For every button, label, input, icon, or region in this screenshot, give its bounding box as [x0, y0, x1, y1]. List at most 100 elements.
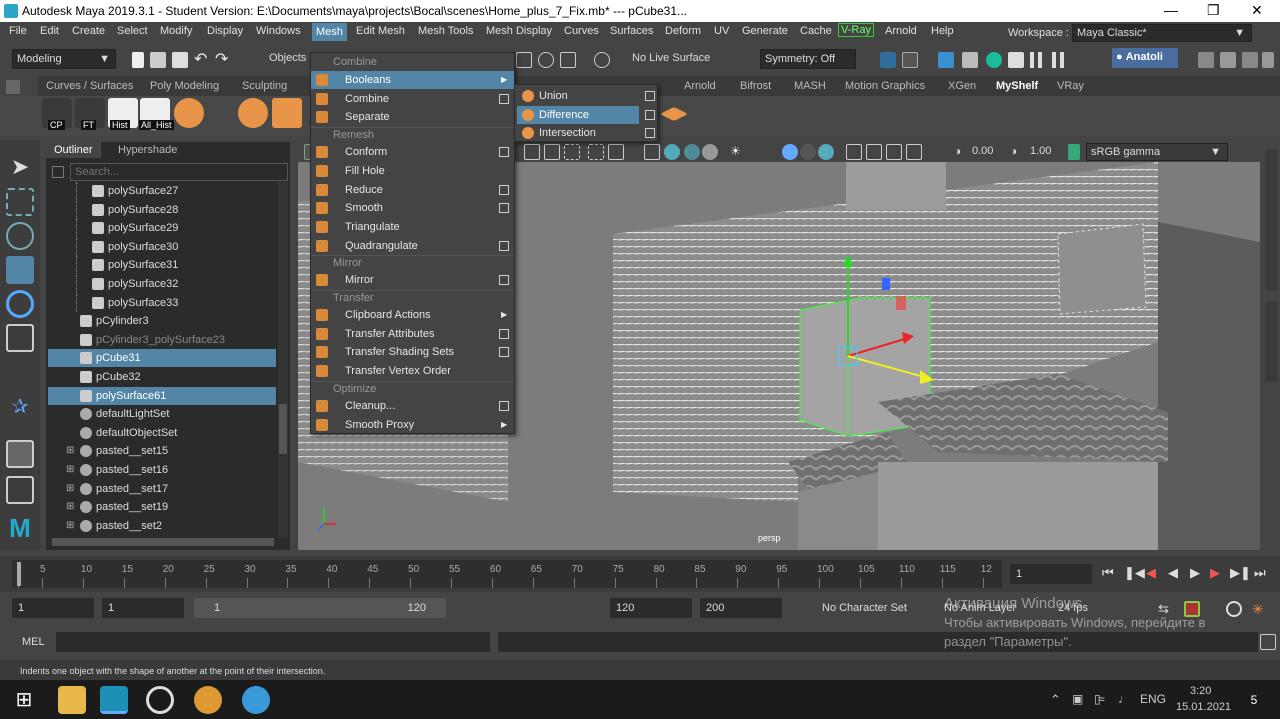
hypershade-icon[interactable] — [962, 52, 978, 68]
menu-help[interactable]: Help — [931, 25, 954, 37]
menu-surfaces[interactable]: Surfaces — [610, 25, 653, 37]
minimize-icon[interactable]: — — [1164, 2, 1178, 18]
menu-select[interactable]: Select — [117, 25, 148, 37]
menu-item-booleans[interactable]: Booleans ▶ — [311, 71, 514, 89]
lasso-tool-icon[interactable] — [6, 188, 34, 216]
shelf-tab-bifrost[interactable]: Bifrost — [740, 80, 771, 92]
windows-start-icon[interactable]: ⊞ — [10, 686, 38, 714]
colorspace-dropdown[interactable]: sRGB gamma ▼ — [1086, 143, 1228, 161]
snap-point-icon[interactable] — [560, 52, 576, 68]
time-slider[interactable]: 1510152025303540455055606570758085909510… — [0, 556, 1280, 592]
tray-app-icon[interactable]: ▣ — [1072, 692, 1083, 706]
menu-edit[interactable]: Edit — [40, 25, 59, 37]
outliner-row[interactable]: pCube31 — [48, 349, 276, 368]
obs-icon[interactable] — [146, 686, 174, 714]
new-scene-icon[interactable] — [132, 52, 144, 68]
option-box-icon[interactable] — [645, 128, 655, 139]
attribute-editor-tab[interactable] — [1265, 302, 1277, 382]
menu-item-mirror[interactable]: Mirror — [311, 271, 514, 289]
file-explorer-icon[interactable] — [58, 686, 86, 714]
option-box-icon[interactable] — [499, 328, 509, 339]
shelf-gear-icon[interactable] — [238, 98, 268, 128]
view-transform-icon[interactable] — [1068, 144, 1080, 160]
outliner-row[interactable]: ⊞ pasted__set15 — [48, 442, 276, 460]
outliner-row[interactable]: polySurface61 — [48, 386, 276, 405]
exposure-value[interactable]: 0.00 — [972, 145, 993, 157]
boolean-difference[interactable]: Difference — [517, 105, 639, 124]
menu-display[interactable]: Display — [207, 25, 243, 37]
menu-deform[interactable]: Deform — [665, 25, 701, 37]
ipr-render-icon[interactable] — [902, 52, 918, 68]
play-forward-icon[interactable]: ▶ — [1190, 565, 1200, 581]
outliner-row[interactable]: polySurface33 — [48, 293, 276, 312]
run-icon[interactable]: ✳ — [1252, 601, 1268, 617]
menu-item-transfer-attributes[interactable]: Transfer Attributes — [311, 325, 514, 343]
menu-mesh-tools[interactable]: Mesh Tools — [418, 25, 473, 37]
workspace-dropdown[interactable]: Maya Classic* ▼ — [1072, 24, 1252, 42]
channel-box-tab[interactable] — [1265, 150, 1277, 290]
menu-item-cleanup[interactable]: Cleanup... — [311, 397, 514, 415]
attribute-editor-toggle-icon[interactable] — [1220, 52, 1236, 68]
menu-item-reduce[interactable]: Reduce — [311, 181, 514, 199]
option-box-icon[interactable] — [499, 93, 509, 104]
animation-end-field[interactable]: 200 — [700, 598, 782, 618]
open-scene-icon[interactable] — [150, 52, 166, 68]
language-indicator[interactable]: ENG — [1140, 692, 1166, 706]
option-box-icon[interactable] — [645, 91, 655, 101]
prev-key-icon[interactable]: ◀ — [1146, 565, 1156, 581]
menu-edit-mesh[interactable]: Edit Mesh — [356, 25, 405, 37]
film-gate-icon[interactable] — [544, 144, 560, 160]
chrome-icon[interactable] — [194, 686, 222, 714]
single-layout-icon[interactable] — [6, 440, 34, 468]
tab-hypershade[interactable]: Hypershade — [110, 142, 185, 158]
shelf-tab-sculpting[interactable]: Sculpting — [242, 80, 287, 92]
menu-item-smooth-proxy[interactable]: Smooth Proxy ▶ — [311, 416, 514, 434]
range-bar[interactable]: 1 120 — [194, 598, 446, 618]
go-to-end-icon[interactable]: ⏭ — [1254, 565, 1266, 581]
outliner-row[interactable]: pCylinder3_polySurface23 — [48, 331, 276, 349]
menu-generate[interactable]: Generate — [742, 25, 788, 37]
menu-windows[interactable]: Windows — [256, 25, 301, 37]
playback-end-field[interactable]: 120 — [610, 598, 692, 618]
outliner-row[interactable]: ⊞ pasted__set2 — [48, 517, 276, 535]
outliner-row[interactable]: polySurface27 — [48, 182, 276, 200]
menu-item-triangulate[interactable]: Triangulate — [311, 218, 514, 236]
tool-settings-icon[interactable] — [1262, 52, 1274, 68]
four-layout-icon[interactable] — [6, 476, 34, 504]
shelf-button-hist[interactable]: Hist — [108, 98, 138, 130]
xray-components-icon[interactable] — [906, 144, 922, 160]
shelf-tab-xgen[interactable]: XGen — [948, 80, 976, 92]
menu-arnold[interactable]: Arnold — [885, 25, 917, 37]
shelf-cube-icon[interactable] — [272, 98, 302, 128]
shelf-tab-mash[interactable]: MASH — [794, 80, 826, 92]
outliner-row[interactable]: pCylinder3 — [48, 312, 276, 330]
shelf-tab-vray[interactable]: VRay — [1057, 80, 1084, 92]
undo-icon[interactable]: ↶ — [194, 49, 207, 69]
menu-item-fill-hole[interactable]: Fill Hole — [311, 162, 514, 180]
outliner-scroll-thumb[interactable] — [279, 404, 287, 454]
expand-icon[interactable]: ⊞ — [66, 517, 74, 535]
outliner-hscrollbar[interactable] — [52, 538, 274, 546]
menu-create[interactable]: Create — [72, 25, 105, 37]
outliner-row[interactable]: polySurface31 — [48, 256, 276, 275]
menu-item-combine[interactable]: Combine — [311, 90, 514, 108]
antialiasing-icon[interactable] — [818, 144, 834, 160]
boolean-union[interactable]: Union — [517, 87, 639, 105]
anim-prefs-icon[interactable] — [1226, 601, 1242, 617]
menu-modify[interactable]: Modify — [160, 25, 192, 37]
shelf-sphere-icon[interactable] — [174, 98, 204, 128]
outliner-row[interactable]: polySurface30 — [48, 237, 276, 256]
clock-date[interactable]: 15.01.2021 — [1176, 701, 1231, 713]
gamma-icon[interactable]: ◑ — [1010, 144, 1026, 160]
lights-icon[interactable]: ☀ — [730, 144, 746, 160]
sidebar-toggle-icon[interactable] — [1198, 52, 1214, 68]
shelf-button-cp[interactable]: CP — [42, 98, 72, 130]
outliner-row[interactable]: polySurface28 — [48, 200, 276, 219]
select-tool-icon[interactable]: ➤ — [6, 154, 34, 182]
menu-uv[interactable]: UV — [714, 25, 729, 37]
shelf-tab-motion-graphics[interactable]: Motion Graphics — [845, 80, 925, 92]
option-box-icon[interactable] — [499, 240, 509, 251]
tab-outliner[interactable]: Outliner — [46, 142, 101, 158]
xray-joints-icon[interactable] — [886, 144, 902, 160]
menu-curves[interactable]: Curves — [564, 25, 599, 37]
